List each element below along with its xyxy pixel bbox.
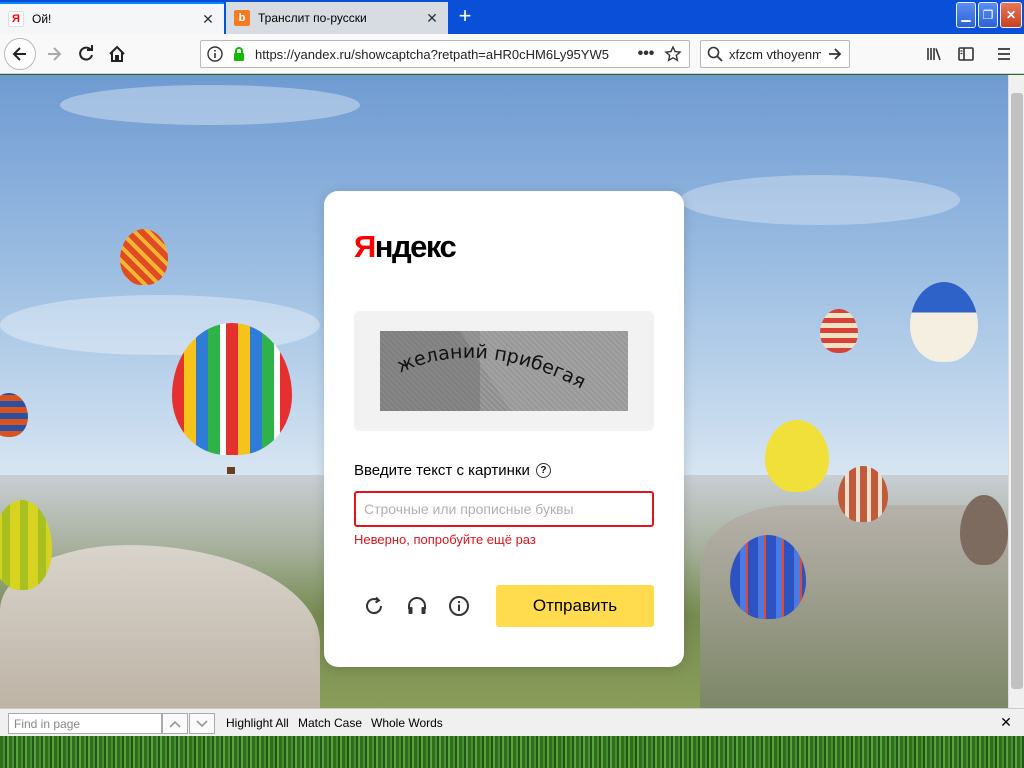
url-text[interactable]: https://yandex.ru/showcaptcha?retpath=aH… (255, 47, 629, 62)
menu-button[interactable] (988, 38, 1020, 70)
home-button[interactable] (101, 38, 133, 70)
hot-air-balloon (960, 495, 1008, 565)
find-previous-button[interactable] (162, 713, 188, 734)
balloon-basket (227, 467, 235, 474)
captcha-input[interactable] (354, 491, 654, 527)
refresh-icon (366, 596, 383, 615)
tab-title: Транслит по-русски (258, 11, 367, 25)
hot-air-balloon (120, 229, 168, 285)
captcha-card: Яндекс желаний прибегая Введите текст с … (324, 191, 684, 667)
back-arrow-icon (12, 47, 26, 61)
sidebar-icon (958, 47, 974, 61)
headphones-icon (408, 597, 426, 614)
captcha-container: желаний прибегая (354, 311, 654, 431)
captcha-image: желаний прибегая (380, 331, 628, 411)
home-icon (109, 45, 125, 62)
hot-air-balloon (765, 420, 829, 492)
find-next-button[interactable] (189, 713, 215, 734)
cloud (60, 85, 360, 125)
search-icon (705, 44, 725, 64)
minimize-window-button[interactable]: ▁ (956, 2, 976, 28)
match-case-toggle[interactable]: Match Case (298, 716, 362, 730)
tab-yandex[interactable]: Я Ой! ✕ (0, 2, 224, 34)
close-tab-icon[interactable]: ✕ (424, 10, 440, 26)
search-input[interactable]: xfzcm vthoyenm (729, 47, 821, 62)
hot-air-balloon (0, 393, 28, 437)
translit-favicon-icon: b (234, 10, 250, 26)
info-icon[interactable] (205, 44, 225, 64)
captcha-prompt: Введите текст с картинки ? (354, 462, 551, 479)
tab-title: Ой! (32, 12, 52, 26)
chevron-up-icon (169, 720, 181, 728)
hot-air-balloon (172, 323, 292, 455)
info-button[interactable] (447, 594, 471, 618)
new-tab-button[interactable]: + (452, 5, 478, 28)
whole-words-toggle[interactable]: Whole Words (371, 716, 443, 730)
lock-icon[interactable] (229, 44, 249, 64)
scrollbar-thumb[interactable] (1011, 93, 1023, 689)
captcha-text: желаний прибегая (394, 341, 590, 394)
find-bar: Highlight All Match Case Whole Words ✕ (0, 708, 1024, 736)
vertical-scrollbar[interactable] (1008, 75, 1024, 708)
hamburger-menu-icon (998, 48, 1010, 60)
tab-bar: Я Ой! ✕ b Транслит по-русски ✕ + ▁ ❐ ✕ (0, 0, 1024, 34)
bookmark-star-icon[interactable] (663, 44, 683, 64)
reload-icon (79, 45, 93, 61)
tab-translit[interactable]: b Транслит по-русски ✕ (226, 2, 448, 34)
reload-button[interactable] (70, 38, 102, 70)
chevron-down-icon (196, 719, 208, 727)
highlight-all-toggle[interactable]: Highlight All (226, 716, 289, 730)
captcha-prompt-label: Введите текст с картинки (354, 462, 530, 479)
hot-air-balloon (838, 466, 888, 522)
find-input[interactable] (8, 713, 162, 734)
navigation-bar: https://yandex.ru/showcaptcha?retpath=aH… (0, 34, 1024, 74)
search-bar[interactable]: xfzcm vthoyenm (700, 40, 850, 68)
sidebar-button[interactable] (950, 38, 982, 70)
hot-air-balloon (820, 309, 858, 353)
page-actions-icon[interactable]: ••• (633, 44, 659, 64)
close-window-button[interactable]: ✕ (1000, 2, 1022, 28)
hot-air-balloon (910, 282, 978, 362)
back-button[interactable] (4, 38, 36, 70)
desktop-wallpaper-grass (0, 736, 1024, 768)
maximize-window-button[interactable]: ❐ (978, 2, 998, 28)
svg-text:желаний прибегая: желаний прибегая (394, 341, 590, 394)
forward-button[interactable] (38, 38, 70, 70)
url-bar[interactable]: https://yandex.ru/showcaptcha?retpath=aH… (200, 40, 690, 68)
cloud (680, 175, 960, 225)
yandex-logo: Яндекс (354, 229, 457, 264)
library-button[interactable] (918, 38, 950, 70)
yandex-favicon-icon: Я (8, 11, 24, 27)
hot-air-balloon (730, 535, 806, 619)
submit-button[interactable]: Отправить (496, 585, 654, 627)
refresh-captcha-button[interactable] (362, 594, 386, 618)
info-icon (449, 596, 469, 616)
library-icon (927, 48, 941, 61)
search-go-arrow-icon[interactable] (825, 44, 845, 64)
audio-captcha-button[interactable] (405, 594, 429, 618)
error-message: Неверно, попробуйте ещё раз (354, 532, 536, 547)
help-icon[interactable]: ? (535, 463, 551, 478)
close-tab-icon[interactable]: ✕ (200, 11, 216, 27)
forward-arrow-icon (48, 47, 62, 61)
close-find-bar-icon[interactable]: ✕ (998, 714, 1014, 730)
